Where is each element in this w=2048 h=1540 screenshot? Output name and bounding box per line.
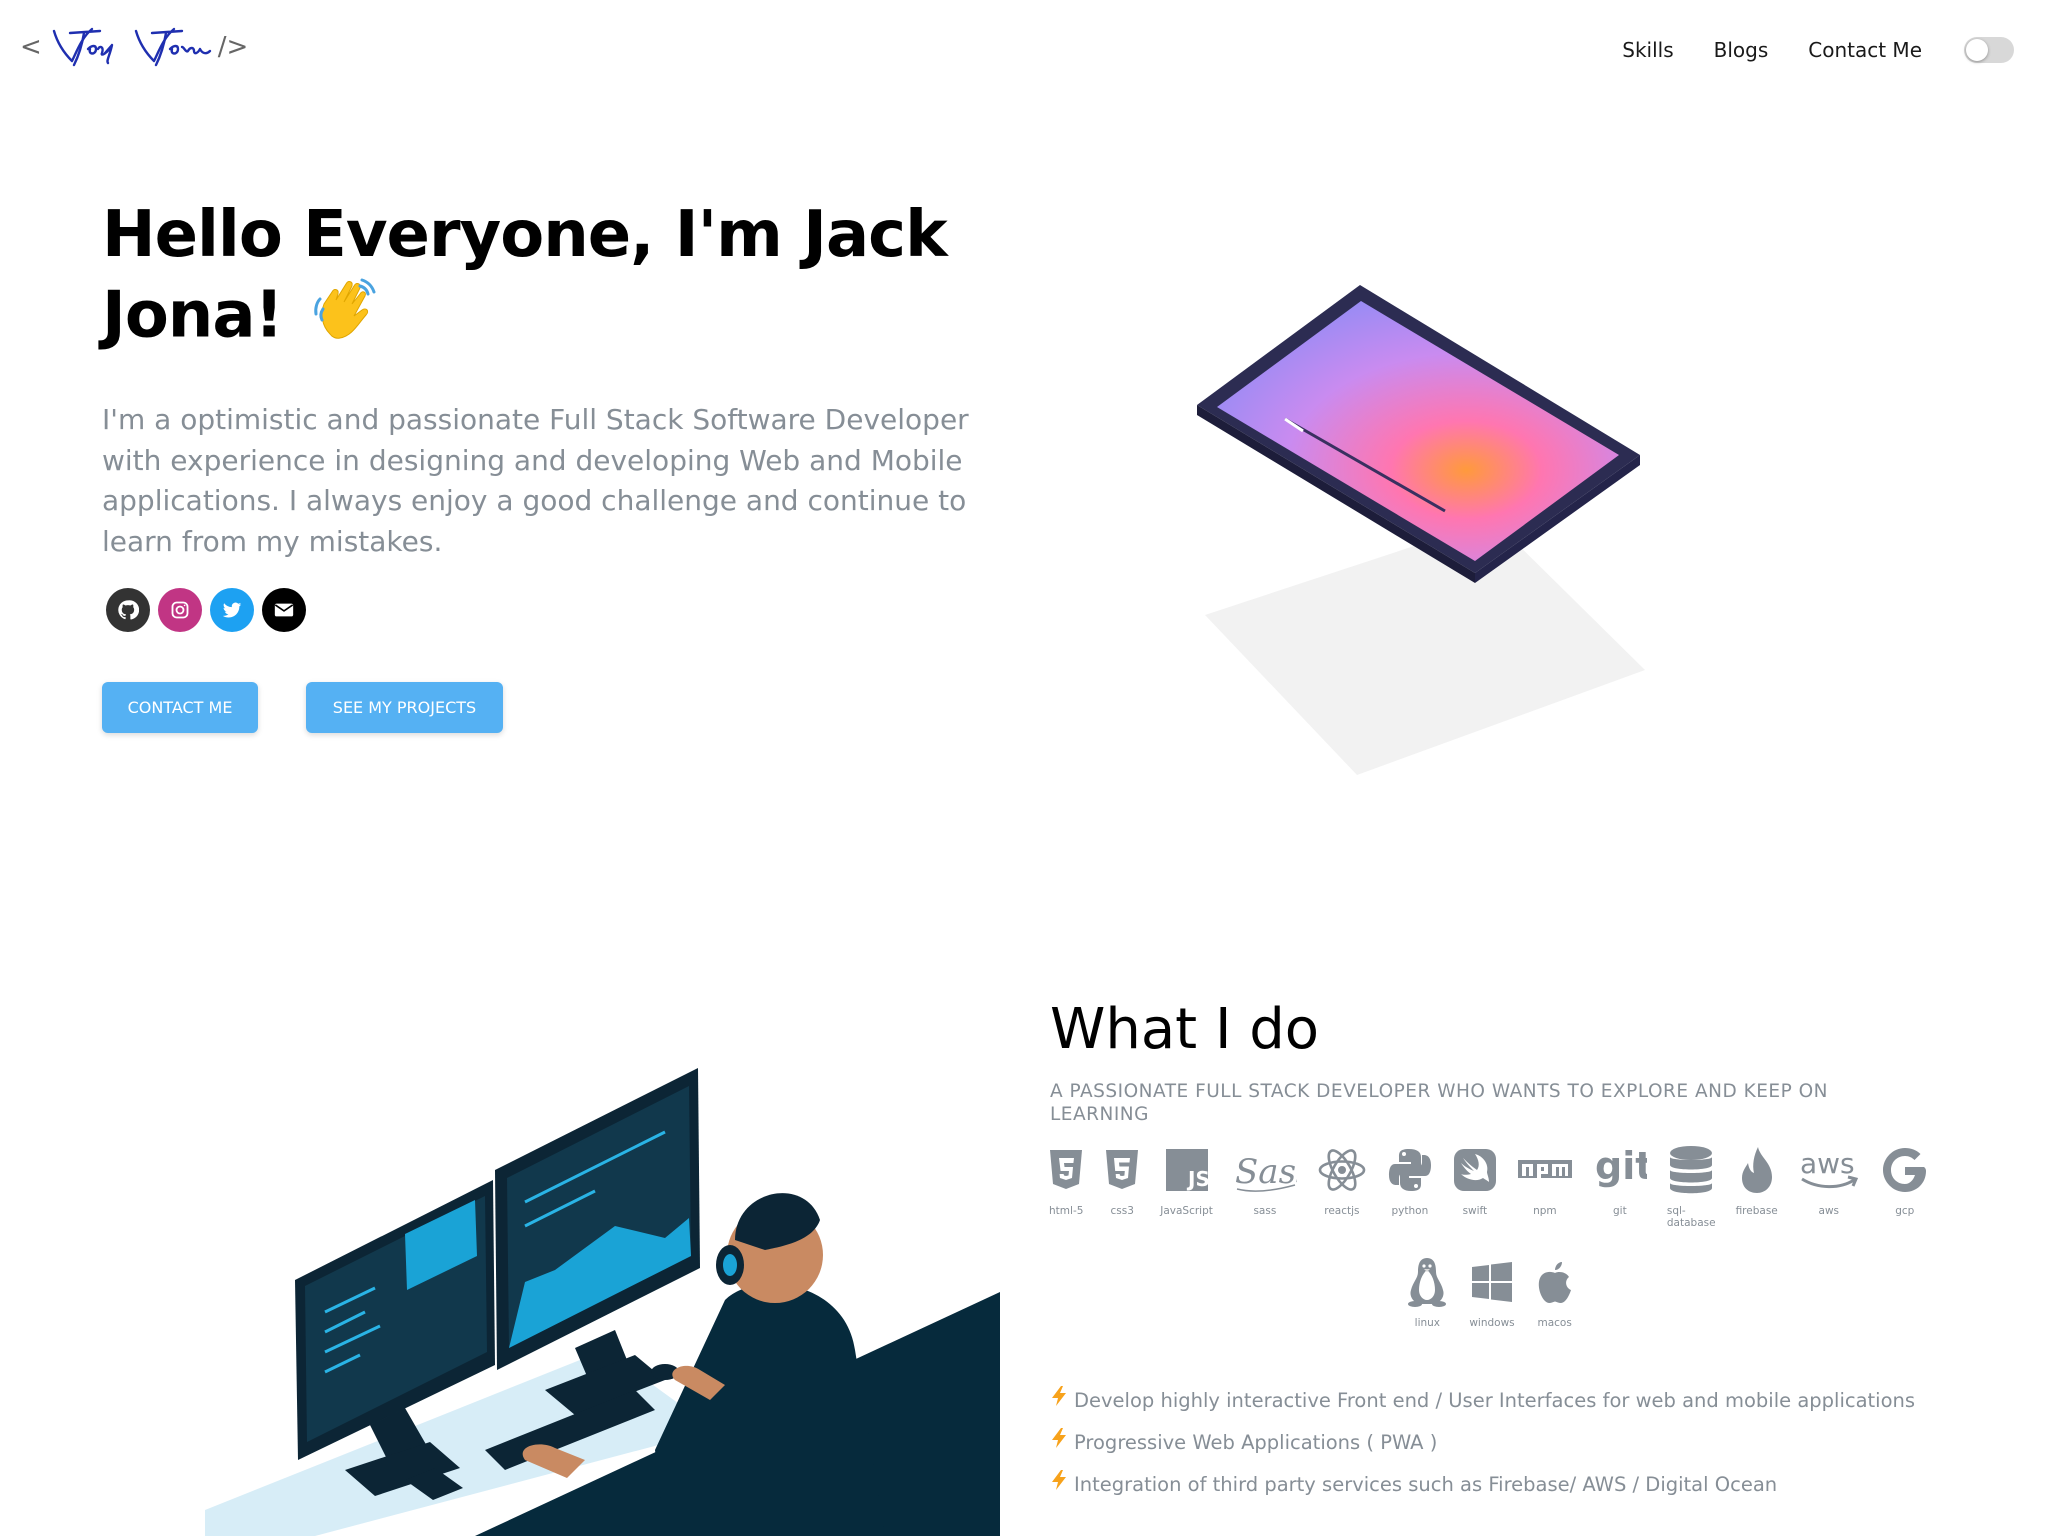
svg-text:git: git	[1595, 1145, 1647, 1188]
bullet-text: Progressive Web Applications ( PWA )	[1074, 1431, 1438, 1454]
lightning-icon	[1050, 1383, 1068, 1419]
skill-react: reactjs	[1317, 1140, 1367, 1229]
sass-icon: Sass	[1233, 1140, 1297, 1200]
lightning-icon	[1050, 1425, 1068, 1461]
list-item: Develop highly interactive Front end / U…	[1050, 1380, 2000, 1422]
skill-windows: windows	[1469, 1252, 1515, 1329]
windows-icon	[1470, 1252, 1514, 1312]
skill-firebase: firebase	[1736, 1140, 1778, 1229]
apple-icon	[1535, 1252, 1575, 1312]
waving-hand-icon	[310, 274, 382, 364]
linux-icon	[1405, 1252, 1449, 1312]
skills-row-2: linux windows macos	[1390, 1252, 1590, 1329]
hero-title-text: Hello Everyone, I'm Jack Jona!	[102, 198, 948, 353]
aws-icon: aws	[1798, 1140, 1860, 1200]
skill-html5: html-5	[1048, 1140, 1084, 1229]
google-icon	[1880, 1140, 1930, 1200]
social-links	[106, 588, 314, 632]
see-projects-button[interactable]: SEE MY PROJECTS	[306, 682, 503, 733]
what-i-do-bullets: Develop highly interactive Front end / U…	[1050, 1380, 2000, 1506]
database-icon	[1668, 1140, 1714, 1200]
skill-git: git git	[1593, 1140, 1647, 1229]
skill-sql-database: sql-database	[1667, 1140, 1716, 1229]
skill-gcp: gcp	[1880, 1140, 1930, 1229]
skill-linux: linux	[1405, 1252, 1449, 1329]
skill-macos: macos	[1535, 1252, 1575, 1329]
github-icon[interactable]	[106, 588, 150, 632]
twitter-icon[interactable]	[210, 588, 254, 632]
react-icon	[1317, 1140, 1367, 1200]
css3-icon	[1104, 1140, 1140, 1200]
nav-link-contact[interactable]: Contact Me	[1808, 38, 1922, 62]
skill-swift: swift	[1453, 1140, 1497, 1229]
logo-close-bracket: />	[217, 32, 249, 62]
skill-css3: css3	[1104, 1140, 1140, 1229]
nav-link-skills[interactable]: Skills	[1622, 38, 1673, 62]
svg-text:JS: JS	[1186, 1167, 1209, 1191]
git-icon: git	[1593, 1140, 1647, 1200]
contact-me-button[interactable]: CONTACT ME	[102, 682, 258, 733]
top-nav: Skills Blogs Contact Me	[1622, 30, 2048, 70]
svg-text:Sass: Sass	[1235, 1152, 1297, 1192]
theme-toggle[interactable]	[1964, 37, 2014, 63]
lightning-icon	[1050, 1467, 1068, 1503]
what-i-do-subtitle: A PASSIONATE FULL STACK DEVELOPER WHO WA…	[1050, 1081, 1829, 1125]
hero-subtitle: I'm a optimistic and passionate Full Sta…	[102, 403, 969, 558]
firebase-icon	[1738, 1140, 1776, 1200]
javascript-icon: JS	[1165, 1140, 1209, 1200]
npm-icon	[1517, 1140, 1573, 1200]
hero-title: Hello Everyone, I'm Jack Jona!	[102, 196, 982, 364]
instagram-icon[interactable]	[158, 588, 202, 632]
skills-row-1: html-5 css3 JS JavaScript Sass sass reac…	[1045, 1140, 1933, 1229]
signature-logo	[52, 27, 211, 67]
logo[interactable]: < />	[20, 22, 248, 72]
bullet-text: Integration of third party services such…	[1074, 1473, 1778, 1496]
tablet-illustration	[1185, 275, 1675, 799]
skill-python: python	[1387, 1140, 1433, 1229]
skill-javascript: JS JavaScript	[1160, 1140, 1213, 1229]
list-item: Integration of third party services such…	[1050, 1464, 2000, 1506]
bullet-text: Develop highly interactive Front end / U…	[1074, 1389, 1916, 1412]
email-icon[interactable]	[262, 588, 306, 632]
skill-sass: Sass sass	[1233, 1140, 1297, 1229]
logo-open-bracket: <	[20, 32, 42, 62]
developer-illustration	[195, 1050, 1020, 1540]
skill-npm: npm	[1517, 1140, 1573, 1229]
swift-icon	[1453, 1140, 1497, 1200]
html5-icon	[1048, 1140, 1084, 1200]
python-icon	[1387, 1140, 1433, 1200]
svg-text:aws: aws	[1800, 1147, 1855, 1180]
skill-aws: aws aws	[1798, 1140, 1860, 1229]
nav-link-blogs[interactable]: Blogs	[1714, 38, 1769, 62]
what-i-do-title: What I do	[1050, 997, 1320, 1062]
theme-toggle-knob	[1966, 39, 1988, 61]
list-item: Progressive Web Applications ( PWA )	[1050, 1422, 2000, 1464]
